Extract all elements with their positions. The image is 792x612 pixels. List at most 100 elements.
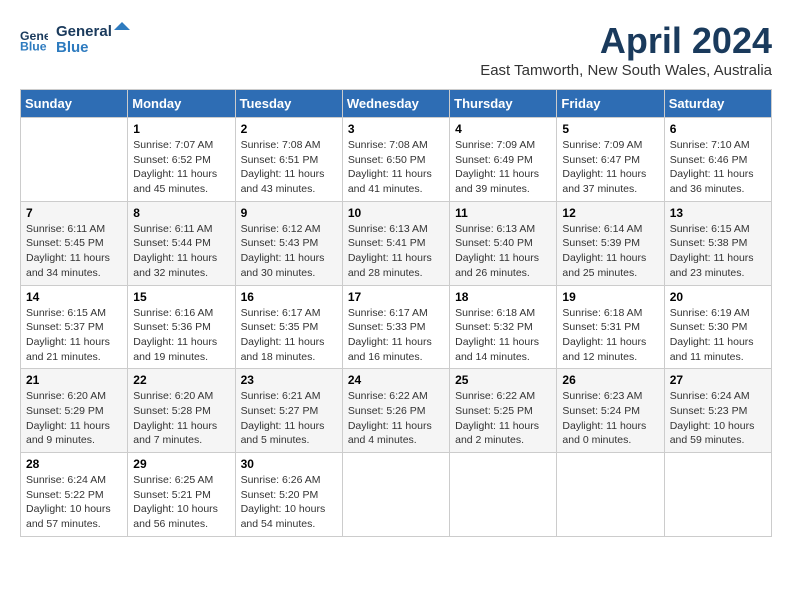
day-number: 5	[562, 122, 658, 136]
day-detail: Sunrise: 6:18 AM Sunset: 5:31 PM Dayligh…	[562, 306, 658, 365]
day-number: 16	[241, 290, 337, 304]
day-number: 17	[348, 290, 444, 304]
header-monday: Monday	[128, 90, 235, 118]
day-detail: Sunrise: 6:17 AM Sunset: 5:33 PM Dayligh…	[348, 306, 444, 365]
svg-text:General: General	[56, 23, 112, 40]
day-number: 3	[348, 122, 444, 136]
day-detail: Sunrise: 7:09 AM Sunset: 6:47 PM Dayligh…	[562, 138, 658, 197]
day-cell: 14 Sunrise: 6:15 AM Sunset: 5:37 PM Dayli…	[21, 285, 128, 369]
day-number: 13	[670, 206, 766, 220]
day-number: 7	[26, 206, 122, 220]
day-cell: 30Sunrise: 6:26 AM Sunset: 5:20 PM Dayli…	[235, 453, 342, 537]
day-detail: Sunrise: 6:11 AM Sunset: 5:45 PM Dayligh…	[26, 222, 122, 281]
subtitle: East Tamworth, New South Wales, Australi…	[480, 62, 772, 79]
svg-text:Blue: Blue	[20, 39, 47, 52]
day-detail: Sunrise: 7:07 AM Sunset: 6:52 PM Dayligh…	[133, 138, 229, 197]
day-number: 20	[670, 290, 766, 304]
day-cell	[664, 453, 771, 537]
day-cell: 7 Sunrise: 6:11 AM Sunset: 5:45 PM Daylig…	[21, 201, 128, 285]
day-detail: Sunrise: 6:22 AM Sunset: 5:26 PM Dayligh…	[348, 389, 444, 448]
day-number: 21	[26, 373, 122, 387]
day-cell: 25 Sunrise: 6:22 AM Sunset: 5:25 PM Dayli…	[450, 369, 557, 453]
day-number: 25	[455, 373, 551, 387]
day-cell: 11Sunrise: 6:13 AM Sunset: 5:40 PM Dayli…	[450, 201, 557, 285]
page-header: General Blue General Blue April 2024 Eas…	[20, 20, 772, 79]
day-number: 24	[348, 373, 444, 387]
day-detail: Sunrise: 7:10 AM Sunset: 6:46 PM Dayligh…	[670, 138, 766, 197]
header-wednesday: Wednesday	[342, 90, 449, 118]
day-detail: Sunrise: 6:13 AM Sunset: 5:40 PM Dayligh…	[455, 222, 551, 281]
day-number: 1	[133, 122, 229, 136]
day-number: 27	[670, 373, 766, 387]
month-title: April 2024	[480, 20, 772, 62]
day-detail: Sunrise: 6:14 AM Sunset: 5:39 PM Dayligh…	[562, 222, 658, 281]
day-detail: Sunrise: 6:15 AM Sunset: 5:38 PM Dayligh…	[670, 222, 766, 281]
day-number: 19	[562, 290, 658, 304]
day-cell	[21, 118, 128, 202]
day-cell: 12Sunrise: 6:14 AM Sunset: 5:39 PM Dayli…	[557, 201, 664, 285]
day-detail: Sunrise: 7:09 AM Sunset: 6:49 PM Dayligh…	[455, 138, 551, 197]
header-friday: Friday	[557, 90, 664, 118]
day-cell: 18Sunrise: 6:18 AM Sunset: 5:32 PM Dayli…	[450, 285, 557, 369]
logo-svg: General Blue	[56, 20, 136, 56]
day-detail: Sunrise: 6:17 AM Sunset: 5:35 PM Dayligh…	[241, 306, 337, 365]
day-number: 23	[241, 373, 337, 387]
day-number: 15	[133, 290, 229, 304]
day-cell	[342, 453, 449, 537]
week-row-1: 1 Sunrise: 7:07 AM Sunset: 6:52 PM Daylig…	[21, 118, 772, 202]
day-cell: 19 Sunrise: 6:18 AM Sunset: 5:31 PM Dayli…	[557, 285, 664, 369]
day-detail: Sunrise: 6:22 AM Sunset: 5:25 PM Dayligh…	[455, 389, 551, 448]
day-cell: 9 Sunrise: 6:12 AM Sunset: 5:43 PM Daylig…	[235, 201, 342, 285]
week-row-2: 7 Sunrise: 6:11 AM Sunset: 5:45 PM Daylig…	[21, 201, 772, 285]
day-cell: 28Sunrise: 6:24 AM Sunset: 5:22 PM Dayli…	[21, 453, 128, 537]
logo-icon: General Blue	[20, 24, 48, 52]
day-detail: Sunrise: 6:21 AM Sunset: 5:27 PM Dayligh…	[241, 389, 337, 448]
day-cell: 15Sunrise: 6:16 AM Sunset: 5:36 PM Dayli…	[128, 285, 235, 369]
day-detail: Sunrise: 6:20 AM Sunset: 5:29 PM Dayligh…	[26, 389, 122, 448]
day-number: 4	[455, 122, 551, 136]
day-cell: 22Sunrise: 6:20 AM Sunset: 5:28 PM Dayli…	[128, 369, 235, 453]
day-number: 30	[241, 457, 337, 471]
day-number: 29	[133, 457, 229, 471]
day-number: 28	[26, 457, 122, 471]
day-number: 9	[241, 206, 337, 220]
day-detail: Sunrise: 6:18 AM Sunset: 5:32 PM Dayligh…	[455, 306, 551, 365]
logo: General Blue General Blue	[20, 20, 136, 56]
day-cell	[450, 453, 557, 537]
title-block: April 2024 East Tamworth, New South Wale…	[480, 20, 772, 79]
day-cell: 17 Sunrise: 6:17 AM Sunset: 5:33 PM Dayli…	[342, 285, 449, 369]
day-detail: Sunrise: 6:20 AM Sunset: 5:28 PM Dayligh…	[133, 389, 229, 448]
week-row-3: 14 Sunrise: 6:15 AM Sunset: 5:37 PM Dayli…	[21, 285, 772, 369]
day-cell: 8 Sunrise: 6:11 AM Sunset: 5:44 PM Daylig…	[128, 201, 235, 285]
day-cell: 5 Sunrise: 7:09 AM Sunset: 6:47 PM Daylig…	[557, 118, 664, 202]
header-tuesday: Tuesday	[235, 90, 342, 118]
day-cell	[557, 453, 664, 537]
calendar-header-row: SundayMondayTuesdayWednesdayThursdayFrid…	[21, 90, 772, 118]
svg-text:Blue: Blue	[56, 39, 89, 56]
day-cell: 3 Sunrise: 7:08 AM Sunset: 6:50 PM Daylig…	[342, 118, 449, 202]
day-cell: 6Sunrise: 7:10 AM Sunset: 6:46 PM Daylig…	[664, 118, 771, 202]
day-detail: Sunrise: 7:08 AM Sunset: 6:50 PM Dayligh…	[348, 138, 444, 197]
day-cell: 20 Sunrise: 6:19 AM Sunset: 5:30 PM Dayli…	[664, 285, 771, 369]
day-number: 14	[26, 290, 122, 304]
week-row-5: 28Sunrise: 6:24 AM Sunset: 5:22 PM Dayli…	[21, 453, 772, 537]
day-cell: 24 Sunrise: 6:22 AM Sunset: 5:26 PM Dayli…	[342, 369, 449, 453]
day-detail: Sunrise: 6:15 AM Sunset: 5:37 PM Dayligh…	[26, 306, 122, 365]
day-detail: Sunrise: 6:12 AM Sunset: 5:43 PM Dayligh…	[241, 222, 337, 281]
day-detail: Sunrise: 6:25 AM Sunset: 5:21 PM Dayligh…	[133, 473, 229, 532]
header-sunday: Sunday	[21, 90, 128, 118]
day-cell: 10Sunrise: 6:13 AM Sunset: 5:41 PM Dayli…	[342, 201, 449, 285]
day-detail: Sunrise: 6:24 AM Sunset: 5:23 PM Dayligh…	[670, 389, 766, 448]
day-detail: Sunrise: 6:11 AM Sunset: 5:44 PM Dayligh…	[133, 222, 229, 281]
day-number: 2	[241, 122, 337, 136]
day-cell: 27 Sunrise: 6:24 AM Sunset: 5:23 PM Dayli…	[664, 369, 771, 453]
day-cell: 4 Sunrise: 7:09 AM Sunset: 6:49 PM Daylig…	[450, 118, 557, 202]
day-cell: 21 Sunrise: 6:20 AM Sunset: 5:29 PM Dayli…	[21, 369, 128, 453]
day-number: 8	[133, 206, 229, 220]
day-number: 26	[562, 373, 658, 387]
day-cell: 2 Sunrise: 7:08 AM Sunset: 6:51 PM Daylig…	[235, 118, 342, 202]
day-detail: Sunrise: 6:19 AM Sunset: 5:30 PM Dayligh…	[670, 306, 766, 365]
day-cell: 26 Sunrise: 6:23 AM Sunset: 5:24 PM Dayli…	[557, 369, 664, 453]
day-detail: Sunrise: 6:23 AM Sunset: 5:24 PM Dayligh…	[562, 389, 658, 448]
day-detail: Sunrise: 7:08 AM Sunset: 6:51 PM Dayligh…	[241, 138, 337, 197]
